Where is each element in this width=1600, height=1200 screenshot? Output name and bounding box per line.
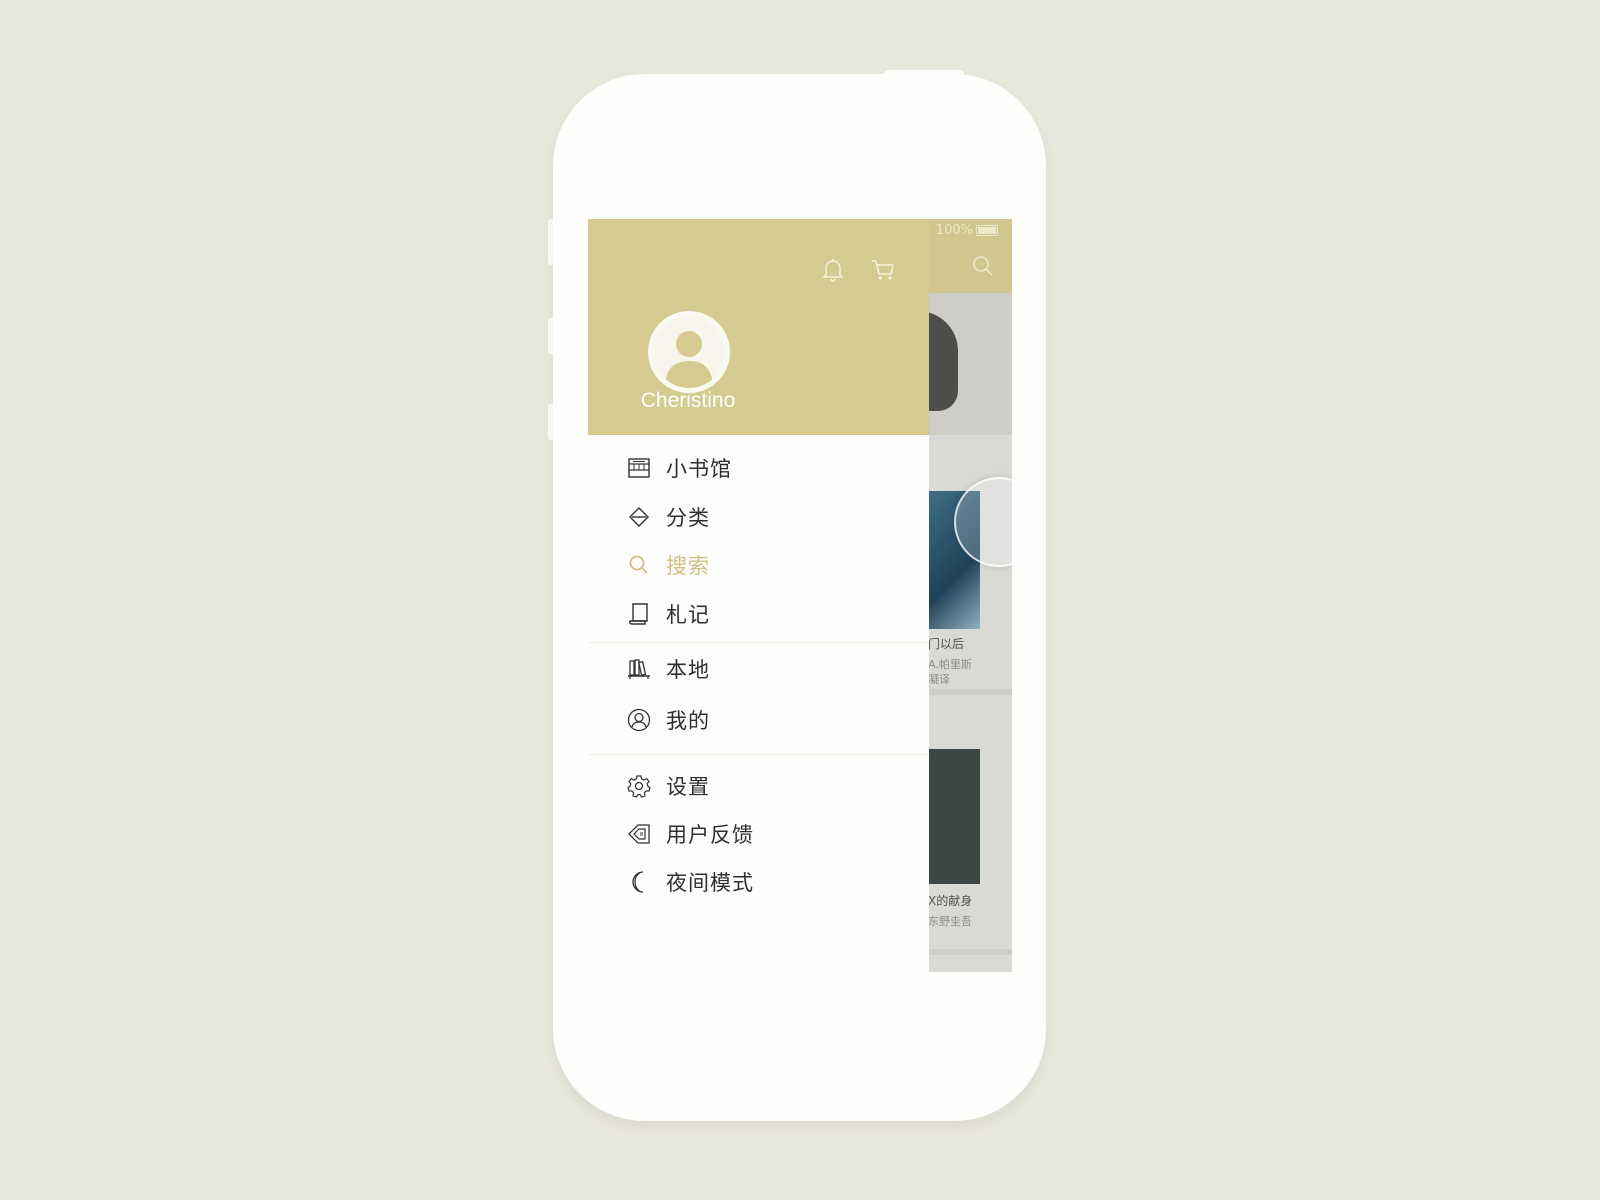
user-icon [665,331,713,388]
category-icon [626,504,652,530]
menu-item-night-mode[interactable]: 夜间模式 [626,866,754,898]
menu-item-settings[interactable]: 设置 [626,770,710,802]
book-cover[interactable] [928,749,980,884]
drawer-header: Cheristino [588,219,929,435]
bookstore-icon [626,455,652,481]
phone-screen: 100% 门以后 A.帕里斯 凝译 X的献身 东野圭吾 Cheristino 小… [588,219,1012,972]
gear-icon [626,773,652,799]
menu-item-feedback[interactable]: 用户反馈 [626,818,754,850]
side-drawer: Cheristino 小书馆 分类 搜索 札记 本地 我的 设置 用户反馈 夜间… [588,219,929,972]
menu-item-bookstore[interactable]: 小书馆 [626,452,732,484]
menu-label: 本地 [666,658,710,682]
divider [928,949,1012,955]
book-author: A.帕里斯 [928,658,972,671]
menu-item-profile[interactable]: 我的 [626,704,710,736]
menu-item-local[interactable]: 本地 [626,653,710,685]
bg-status-bar: 100% [936,223,998,238]
username[interactable]: Cheristino [618,389,758,413]
menu-label: 搜索 [666,554,710,578]
local-shelf-icon [626,656,652,682]
menu-label: 我的 [666,709,710,733]
bell-icon[interactable] [820,257,846,283]
profile-icon [626,707,652,733]
battery-icon [976,225,998,236]
search-icon[interactable] [972,255,994,281]
menu-label: 夜间模式 [666,871,754,895]
battery-percent: 100% [935,223,973,238]
menu-divider [588,754,929,755]
search-icon [626,552,652,578]
notes-icon [626,601,652,627]
divider [928,689,1012,695]
cart-icon[interactable] [870,257,896,283]
menu-label: 小书馆 [666,457,732,481]
menu-label: 分类 [666,506,710,530]
book-translator: 凝译 [928,673,950,686]
avatar[interactable] [648,311,730,393]
menu-label: 札记 [666,603,710,627]
menu-item-category[interactable]: 分类 [626,501,710,533]
book-author: 东野圭吾 [928,915,972,928]
feedback-icon [626,821,652,847]
menu-divider [588,642,929,643]
menu-label: 用户反馈 [666,823,754,847]
moon-icon [626,869,652,895]
menu-label: 设置 [666,775,710,799]
book-title: X的献身 [928,894,973,908]
book-title: 门以后 [928,637,965,651]
menu-item-search[interactable]: 搜索 [626,549,710,581]
menu-item-notes[interactable]: 札记 [626,598,710,630]
